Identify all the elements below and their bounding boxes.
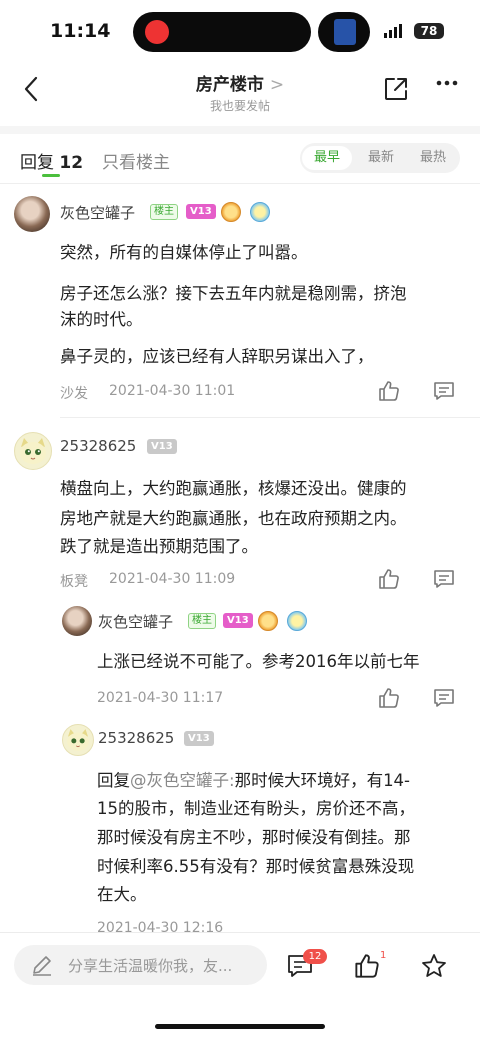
star-icon[interactable] <box>421 953 447 979</box>
username[interactable]: 25328625 <box>60 437 136 455</box>
section-divider <box>0 126 480 134</box>
like-count: 1 <box>380 950 387 961</box>
level-badge: V13 <box>186 204 216 219</box>
medal-icon <box>258 611 278 631</box>
forum-title-text: 房产楼市 <box>195 75 264 95</box>
music-app-icon <box>145 20 169 44</box>
status-bar: 11:14 78 <box>0 0 480 60</box>
compose-placeholder[interactable]: 分享生活温暖你我，友... <box>68 955 232 976</box>
sort-earliest-button[interactable]: 最早 <box>302 146 352 170</box>
crown-medal-icon <box>250 202 270 222</box>
medal-icon <box>221 202 241 222</box>
avatar[interactable] <box>14 432 52 470</box>
reply-mention-link[interactable]: @灰色空罐子: <box>130 771 235 790</box>
post-text: 跌了就是造出预期范围了。 <box>60 537 258 556</box>
reply-date: 2021-04-30 11:17 <box>97 690 224 706</box>
post-text: 鼻子灵的，应该已经有人辞职另谋出入了， <box>60 347 374 366</box>
app-thumbnail-icon <box>334 19 356 45</box>
cat-avatar-icon <box>67 729 89 751</box>
tab-op-only[interactable]: 只看楼主 <box>102 148 170 173</box>
divider <box>60 417 480 418</box>
status-time: 11:14 <box>50 20 111 42</box>
battery-indicator: 78 <box>414 23 444 39</box>
divider <box>0 183 480 184</box>
comment-icon[interactable] <box>433 569 455 589</box>
reply-text: 回复@灰色空罐子:那时候大环境好，有14- <box>97 768 410 794</box>
chevron-right-icon: > <box>269 75 285 95</box>
reply-text: 上涨已经说不可能了。参考2016年以前七年 <box>97 652 420 671</box>
reply-text: 时候利率6.55有没有？那时候贫富悬殊没现 <box>97 857 415 876</box>
username[interactable]: 灰色空罐子 <box>98 611 173 632</box>
share-icon[interactable] <box>383 76 409 102</box>
tab-replies-count: 12 <box>59 153 84 173</box>
tab-replies-label: 回复 <box>20 153 54 173</box>
comment-icon[interactable] <box>433 381 455 401</box>
home-indicator[interactable] <box>155 1024 325 1029</box>
post-text: 横盘向上，大约跑赢通胀，核爆还没出。健康的 <box>60 479 407 498</box>
active-tab-indicator <box>42 174 60 177</box>
like-icon[interactable] <box>354 953 380 979</box>
host-badge: 楼主 <box>188 613 216 629</box>
cat-avatar-icon <box>20 438 46 464</box>
reply-prefix: 回复 <box>97 771 130 790</box>
post-text: 沫的时代。 <box>60 310 143 329</box>
post-text: 房子还怎么涨？接下去五年内就是稳刚需，挤泡 <box>60 284 407 303</box>
level-badge: V13 <box>184 731 214 746</box>
comment-count-badge: 12 <box>303 949 327 964</box>
avatar[interactable] <box>14 196 50 232</box>
like-icon[interactable] <box>378 568 400 590</box>
post-date: 2021-04-30 11:01 <box>109 383 236 399</box>
level-badge: V13 <box>223 613 253 628</box>
sort-hottest-button[interactable]: 最热 <box>410 146 456 170</box>
host-badge: 楼主 <box>150 204 178 220</box>
floor-label: 板凳 <box>60 574 88 590</box>
post-text: 房地产就是大约跑赢通胀，也在政府预期之内。 <box>60 509 407 528</box>
post-date: 2021-04-30 11:09 <box>109 571 236 587</box>
like-icon[interactable] <box>378 380 400 402</box>
avatar[interactable] <box>62 724 94 756</box>
reply-text: 那时候没有房主不吵，那时候没有倒挂。那 <box>97 828 411 847</box>
pen-icon <box>33 956 51 976</box>
more-icon[interactable] <box>436 80 458 86</box>
avatar[interactable] <box>62 606 92 636</box>
sort-newest-button[interactable]: 最新 <box>358 146 404 170</box>
tab-replies[interactable]: 回复 12 <box>20 148 83 173</box>
reply-text: 在大。 <box>97 885 147 904</box>
post-text: 突然，所有的自媒体停止了叫嚣。 <box>60 243 308 262</box>
like-icon[interactable] <box>378 687 400 709</box>
reply-text-first-line: 那时候大环境好，有14- <box>234 771 411 790</box>
reply-text: 15的股市，制造业还有盼头，房价还不高， <box>97 799 415 818</box>
level-badge: V13 <box>147 439 177 454</box>
username[interactable]: 25328625 <box>98 729 174 747</box>
comment-icon[interactable] <box>433 688 455 708</box>
floor-label: 沙发 <box>60 386 88 402</box>
crown-medal-icon <box>287 611 307 631</box>
username[interactable]: 灰色空罐子 <box>60 202 135 223</box>
signal-icon <box>384 24 402 38</box>
